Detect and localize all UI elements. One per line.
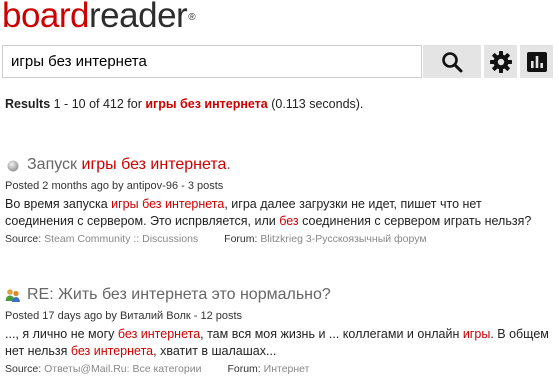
snippet-text: , там вся моя жизнь и ... коллегами и он… <box>200 327 463 341</box>
stats-button[interactable] <box>520 45 553 78</box>
settings-button[interactable] <box>484 45 517 78</box>
results-summary: Results 1 - 10 of 412 for игры без интер… <box>5 97 363 111</box>
result-meta: Posted 17 days ago by Виталий Волк - 12 … <box>5 310 243 322</box>
snippet-highlight: игры без интернета <box>111 197 225 211</box>
search-input[interactable] <box>2 45 422 78</box>
gear-icon <box>489 50 512 73</box>
source-link[interactable]: Ответы@Mail.Ru: Все категории <box>44 363 201 375</box>
result-item: RE: Жить без интернета это нормально? Po… <box>5 284 555 375</box>
bar-chart-icon <box>526 51 547 72</box>
search-bar <box>2 45 559 78</box>
snippet-highlight: без <box>279 214 299 228</box>
result-title-text: Запуск <box>27 156 82 173</box>
snippet-highlight: без интернета <box>70 344 154 358</box>
results-label: Results <box>5 97 51 111</box>
result-title-link[interactable]: Запуск игры без интернета. <box>27 156 231 174</box>
search-button[interactable] <box>423 45 481 78</box>
forum-bullet-icon <box>5 157 21 173</box>
result-title-highlight: игры без интернета <box>81 156 227 173</box>
forum-link[interactable]: Blitzkrieg 3-Русскоязычный форум <box>260 233 426 245</box>
result-snippet: ..., я лично не могу без интернета, там … <box>5 326 550 360</box>
logo-board-text: board <box>2 0 90 35</box>
source-link[interactable]: Steam Community :: Discussions <box>44 233 198 245</box>
snippet-text: , хватит в шалашах... <box>153 344 277 358</box>
registered-mark: ® <box>188 12 196 23</box>
result-title-suffix: . <box>226 156 231 173</box>
snippet-text: ..., я лично не могу <box>5 327 118 341</box>
forum-link[interactable]: Интернет <box>264 363 310 375</box>
result-title-link[interactable]: RE: Жить без интернета это нормально? <box>27 286 331 304</box>
snippet-highlight: без интернета <box>117 327 201 341</box>
snippet-highlight: игры <box>462 327 491 341</box>
logo-reader-text: reader <box>89 0 188 35</box>
results-range: 1 - 10 of 412 for <box>50 97 146 111</box>
result-item: Запуск игры без интернета. Posted 2 mont… <box>5 154 555 245</box>
forum-label: Forum: <box>227 363 261 375</box>
snippet-text: соединения с сервером играть нельзя? <box>298 214 532 228</box>
result-snippet: Во время запуска игры без интернета, игр… <box>5 196 550 230</box>
source-label: Source: <box>5 233 42 245</box>
result-title-text: RE: Жить без интернета это нормально? <box>27 286 331 303</box>
users-icon <box>5 287 21 303</box>
result-source-line: Source: Ответы@Mail.Ru: Все категории For… <box>5 363 555 375</box>
result-source-line: Source: Steam Community :: Discussions Fo… <box>5 233 555 245</box>
search-icon <box>442 51 463 72</box>
snippet-text: Во время запуска <box>5 197 112 211</box>
results-time: (0.113 seconds). <box>267 97 364 111</box>
forum-label: Forum: <box>224 233 258 245</box>
source-label: Source: <box>5 363 42 375</box>
result-meta: Posted 2 months ago by antipov-96 - 3 po… <box>5 180 224 192</box>
results-query: игры без интернета <box>145 97 268 111</box>
boardreader-logo[interactable]: boardreader® <box>2 0 196 36</box>
